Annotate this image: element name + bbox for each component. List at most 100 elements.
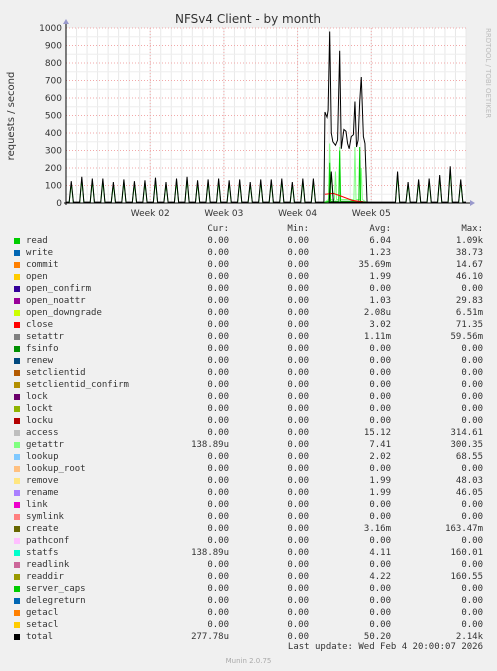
legend-label: renew — [26, 356, 54, 366]
legend-min: 0.00 — [287, 284, 309, 294]
legend-avg: 2.08u — [363, 308, 391, 318]
legend-row-server-caps: server_caps 0.00 0.00 0.00 0.00 — [0, 583, 497, 595]
legend-label: open_confirm — [26, 284, 92, 294]
legend-max: 0.00 — [461, 536, 483, 546]
legend-row-close: close 0.00 0.00 3.02 71.35 — [0, 319, 497, 331]
legend-cur: 0.00 — [207, 248, 229, 258]
legend-label: create — [26, 524, 59, 534]
legend-row-lookup: lookup 0.00 0.00 2.02 68.55 — [0, 451, 497, 463]
legend-max: 0.00 — [461, 560, 483, 570]
legend-avg: 4.22 — [369, 572, 391, 582]
legend-cur: 0.00 — [207, 620, 229, 630]
rrdtool-watermark: RRDTOOL / TOBI OETIKER — [484, 28, 492, 118]
legend-avg: 4.11 — [369, 548, 391, 558]
legend-avg: 6.04 — [369, 236, 391, 246]
legend-min: 0.00 — [287, 260, 309, 270]
legend-cur: 0.00 — [207, 284, 229, 294]
y-tick-label: 100 — [45, 182, 62, 192]
legend-label: total — [26, 632, 54, 642]
legend-label: close — [26, 320, 54, 330]
legend-avg: 0.00 — [369, 536, 391, 546]
legend-row-open-downgrade: open_downgrade 0.00 0.00 2.08u 6.51m — [0, 307, 497, 319]
legend-min: 0.00 — [287, 572, 309, 582]
legend-row-open-noattr: open_noattr 0.00 0.00 1.03 29.83 — [0, 295, 497, 307]
legend-min: 0.00 — [287, 296, 309, 306]
legend-min: 0.00 — [287, 560, 309, 570]
legend-min: 0.00 — [287, 272, 309, 282]
legend-swatch — [14, 286, 20, 292]
legend-label: setclientid — [26, 368, 86, 378]
legend-cur: 0.00 — [207, 320, 229, 330]
legend-swatch — [14, 598, 20, 604]
legend-max: 163.47m — [445, 524, 483, 534]
legend-cur: 0.00 — [207, 380, 229, 390]
legend-max: 46.10 — [455, 272, 483, 282]
legend-row-readdir: readdir 0.00 0.00 4.22 160.55 — [0, 571, 497, 583]
legend-label: fsinfo — [26, 344, 59, 354]
legend-avg: 1.99 — [369, 272, 391, 282]
legend-cur: 0.00 — [207, 608, 229, 618]
legend-avg: 0.00 — [369, 284, 391, 294]
legend-min: 0.00 — [287, 476, 309, 486]
x-axis-arrow — [470, 200, 475, 206]
legend-max: 0.00 — [461, 416, 483, 426]
legend-max: 0.00 — [461, 512, 483, 522]
legend-avg: 1.99 — [369, 488, 391, 498]
legend-row-open: open 0.00 0.00 1.99 46.10 — [0, 271, 497, 283]
legend-max: 0.00 — [461, 404, 483, 414]
legend-avg: 0.00 — [369, 620, 391, 630]
legend-row-lookup-root: lookup_root 0.00 0.00 0.00 0.00 — [0, 463, 497, 475]
column-header-max: Max: — [461, 224, 483, 234]
legend-avg: 0.00 — [369, 608, 391, 618]
legend-row-setclientid: setclientid 0.00 0.00 0.00 0.00 — [0, 367, 497, 379]
legend-min: 0.00 — [287, 500, 309, 510]
legend-cur: 0.00 — [207, 404, 229, 414]
legend-row-commit: commit 0.00 0.00 35.69m 14.67 — [0, 259, 497, 271]
legend-cur: 0.00 — [207, 464, 229, 474]
legend-row-open-confirm: open_confirm 0.00 0.00 0.00 0.00 — [0, 283, 497, 295]
legend-max: 38.73 — [455, 248, 483, 258]
legend-cur: 0.00 — [207, 452, 229, 462]
legend-row-link: link 0.00 0.00 0.00 0.00 — [0, 499, 497, 511]
legend-swatch — [14, 322, 20, 328]
legend-cur: 0.00 — [207, 368, 229, 378]
legend-label: remove — [26, 476, 59, 486]
legend-cur: 0.00 — [207, 296, 229, 306]
legend-min: 0.00 — [287, 620, 309, 630]
legend-max: 6.51m — [455, 308, 483, 318]
legend-min: 0.00 — [287, 440, 309, 450]
legend-avg: 0.00 — [369, 560, 391, 570]
legend-min: 0.00 — [287, 356, 309, 366]
legend-max: 0.00 — [461, 368, 483, 378]
legend-row-read: read 0.00 0.00 6.04 1.09k — [0, 235, 497, 247]
legend-max: 314.61 — [450, 428, 483, 438]
legend-cur: 0.00 — [207, 488, 229, 498]
legend-label: setclientid_confirm — [26, 380, 129, 390]
legend-min: 0.00 — [287, 344, 309, 354]
legend-max: 0.00 — [461, 344, 483, 354]
legend-swatch — [14, 238, 20, 244]
y-tick-label: 500 — [45, 112, 62, 122]
legend-row-getacl: getacl 0.00 0.00 0.00 0.00 — [0, 607, 497, 619]
legend-cur: 0.00 — [207, 344, 229, 354]
legend-max: 68.55 — [455, 452, 483, 462]
y-tick-labels: 0 100 200 300 400 500 600 700 800 900 1000 — [39, 24, 62, 209]
y-tick-label: 400 — [45, 129, 62, 139]
legend-label: delegreturn — [26, 596, 86, 606]
legend-row-symlink: symlink 0.00 0.00 0.00 0.00 — [0, 511, 497, 523]
legend-swatch — [14, 298, 20, 304]
legend-swatch — [14, 586, 20, 592]
legend-label: statfs — [26, 548, 59, 558]
legend-avg: 15.12 — [363, 428, 391, 438]
legend-swatch — [14, 394, 20, 400]
legend-label: commit — [26, 260, 59, 270]
legend-cur: 138.89u — [191, 548, 229, 558]
legend-swatch — [14, 346, 20, 352]
legend-row-fsinfo: fsinfo 0.00 0.00 0.00 0.00 — [0, 343, 497, 355]
legend-max: 14.67 — [455, 260, 483, 270]
legend-label: open_noattr — [26, 296, 86, 306]
legend-min: 0.00 — [287, 512, 309, 522]
x-tick-label: Week 04 — [278, 209, 317, 219]
legend-avg: 0.00 — [369, 416, 391, 426]
legend-label: symlink — [26, 512, 64, 522]
